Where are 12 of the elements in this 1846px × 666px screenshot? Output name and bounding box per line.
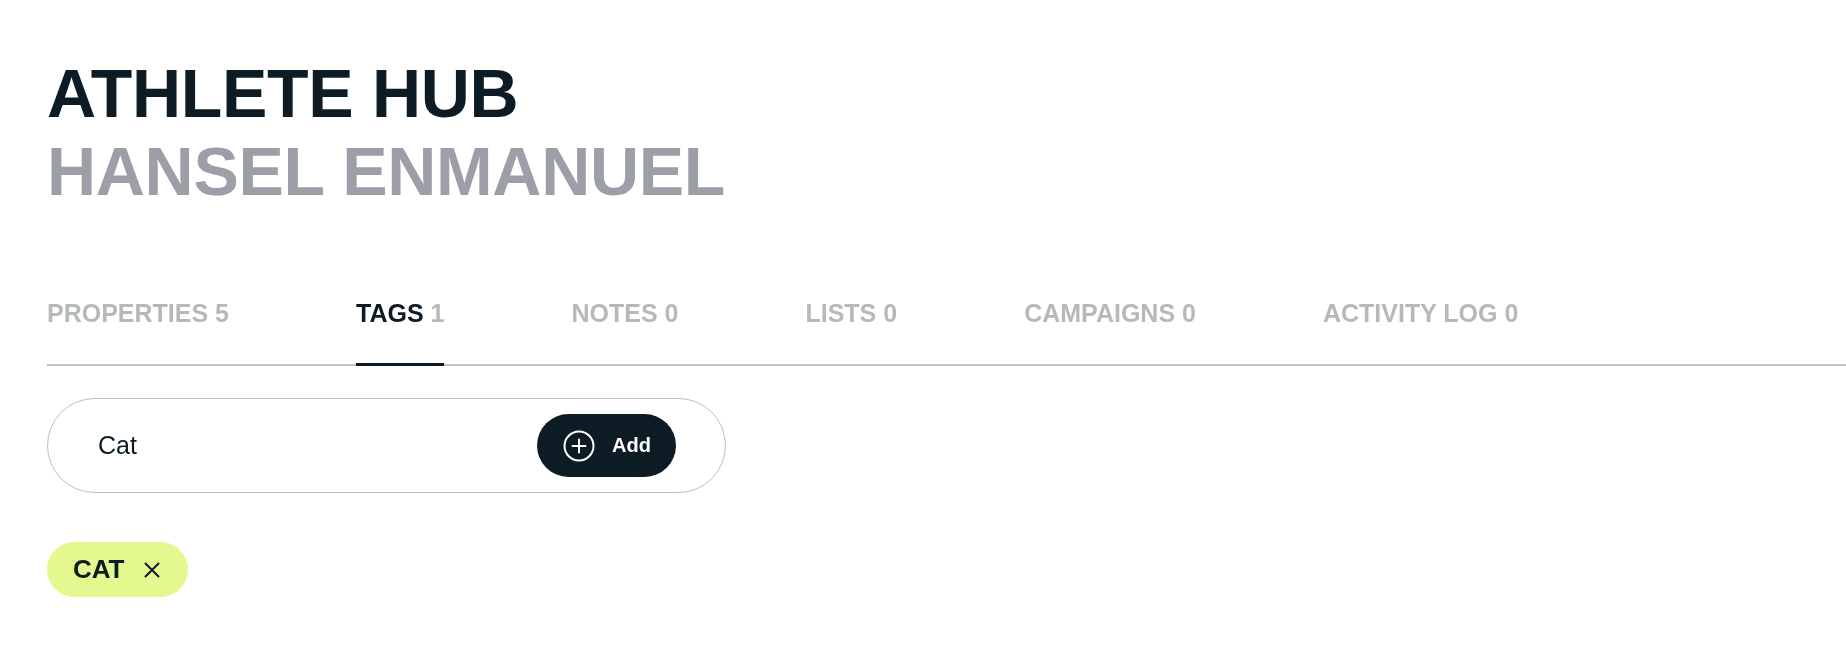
- tab[interactable]: ACTIVITY LOG 0: [1322, 298, 1519, 366]
- tab[interactable]: NOTES 0: [571, 298, 679, 366]
- tab[interactable]: PROPERTIES 5: [47, 298, 229, 366]
- tag-label: CAT: [73, 554, 125, 585]
- close-icon[interactable]: [143, 561, 160, 578]
- plus-circle-icon: [563, 429, 596, 462]
- tab[interactable]: TAGS 1: [356, 298, 445, 366]
- tab[interactable]: LISTS 0: [805, 298, 898, 366]
- add-button[interactable]: Add: [537, 414, 676, 477]
- athlete-name: HANSEL ENMANUEL: [47, 132, 726, 210]
- page-title: ATHLETE HUB: [47, 54, 519, 132]
- tab[interactable]: CAMPAIGNS 0: [1024, 298, 1196, 366]
